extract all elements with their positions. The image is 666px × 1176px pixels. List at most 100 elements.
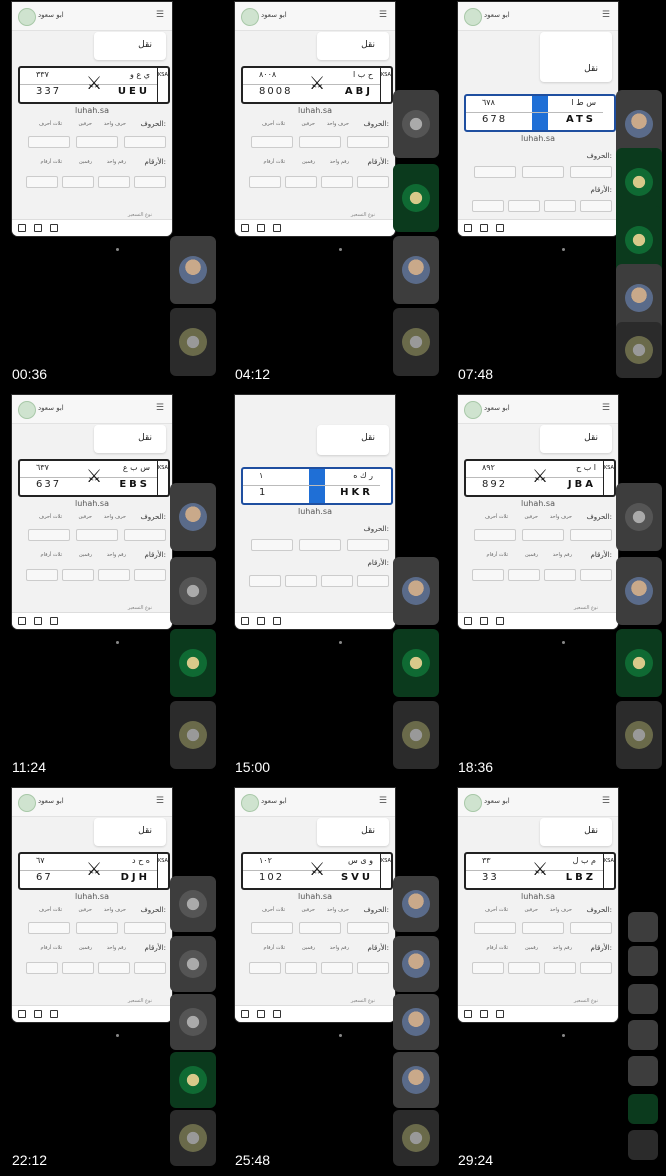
number-box[interactable] [62, 176, 94, 188]
card-icon[interactable] [257, 617, 265, 625]
number-box[interactable] [544, 200, 576, 212]
number-box[interactable] [62, 569, 94, 581]
numbers-option-1[interactable]: رقم واحد [330, 945, 349, 951]
vehicle-tile[interactable] [170, 557, 216, 625]
numbers-option-2[interactable]: رقمين [79, 159, 92, 165]
number-box[interactable] [321, 962, 353, 974]
avatar-tile[interactable] [170, 236, 216, 304]
letters-option-2[interactable]: حرفين [301, 121, 315, 127]
link-icon[interactable] [496, 224, 504, 232]
letter-box[interactable] [570, 529, 612, 541]
letter-box[interactable] [474, 529, 516, 541]
numbers-option-2[interactable]: رقمين [79, 552, 92, 558]
link-icon[interactable] [496, 617, 504, 625]
number-box[interactable] [357, 575, 389, 587]
letters-option-3[interactable]: ثلاث أحرف [485, 907, 508, 913]
numbers-option-2[interactable]: رقمين [79, 945, 92, 951]
vehicle-tile[interactable] [628, 946, 658, 976]
numbers-option-3[interactable]: ثلاث أرقام [264, 945, 285, 951]
number-box[interactable] [357, 176, 389, 188]
number-box[interactable] [580, 962, 612, 974]
user-name[interactable]: ابو سعود [38, 404, 64, 412]
number-box[interactable] [26, 569, 58, 581]
site-link[interactable]: luhah.sa [12, 892, 172, 901]
numbers-option-2[interactable]: رقمين [302, 159, 315, 165]
emblem-tile[interactable] [393, 164, 439, 232]
number-box[interactable] [580, 200, 612, 212]
user-name[interactable]: ابو سعود [484, 404, 510, 412]
letter-box[interactable] [251, 539, 293, 551]
naql-button[interactable]: نقل [317, 818, 389, 846]
number-box[interactable] [580, 569, 612, 581]
number-box[interactable] [249, 962, 281, 974]
card-icon[interactable] [480, 617, 488, 625]
location-icon[interactable] [464, 224, 472, 232]
letters-option-2[interactable]: حرفين [78, 907, 92, 913]
number-box[interactable] [98, 962, 130, 974]
letter-box[interactable] [570, 922, 612, 934]
letter-box[interactable] [251, 136, 293, 148]
letter-box[interactable] [28, 529, 70, 541]
avatar-tile[interactable] [628, 984, 658, 1014]
link-icon[interactable] [50, 1010, 58, 1018]
letters-option-3[interactable]: ثلاث أحرف [39, 907, 62, 913]
site-link[interactable]: luhah.sa [12, 499, 172, 508]
avatar-tile[interactable] [628, 1056, 658, 1086]
naql-button[interactable]: نقل [317, 32, 389, 60]
letters-option-2[interactable]: حرفين [524, 514, 538, 520]
letter-box[interactable] [522, 529, 564, 541]
letter-box[interactable] [124, 529, 166, 541]
letters-option-3[interactable]: ثلاث أحرف [485, 514, 508, 520]
letter-box[interactable] [76, 529, 118, 541]
number-box[interactable] [544, 569, 576, 581]
card-icon[interactable] [480, 224, 488, 232]
location-icon[interactable] [18, 224, 26, 232]
naql-button[interactable]: نقل [540, 425, 612, 453]
letters-option-1[interactable]: حرف واحد [327, 121, 349, 127]
number-box[interactable] [285, 962, 317, 974]
naql-button[interactable]: نقل [540, 32, 612, 82]
letter-box[interactable] [299, 922, 341, 934]
user-name[interactable]: ابو سعود [38, 11, 64, 19]
naql-button[interactable]: نقل [94, 818, 166, 846]
naql-button[interactable]: نقل [317, 425, 389, 455]
letter-box[interactable] [76, 922, 118, 934]
link-icon[interactable] [273, 617, 281, 625]
vehicle-tile[interactable] [170, 876, 216, 932]
location-icon[interactable] [241, 617, 249, 625]
site-link[interactable]: luhah.sa [458, 892, 618, 901]
plate-icon-tile[interactable] [393, 308, 439, 376]
link-icon[interactable] [50, 617, 58, 625]
number-box[interactable] [26, 962, 58, 974]
avatar-tile[interactable] [393, 236, 439, 304]
number-box[interactable] [357, 962, 389, 974]
plate-icon-tile[interactable] [170, 1110, 216, 1166]
number-box[interactable] [134, 962, 166, 974]
numbers-option-1[interactable]: رقم واحد [330, 159, 349, 165]
numbers-option-3[interactable]: ثلاث أرقام [487, 945, 508, 951]
number-box[interactable] [26, 176, 58, 188]
emblem-tile[interactable] [393, 629, 439, 697]
numbers-option-2[interactable]: رقمين [302, 945, 315, 951]
avatar-tile[interactable] [393, 936, 439, 992]
card-icon[interactable] [480, 1010, 488, 1018]
user-name[interactable]: ابو سعود [38, 797, 64, 805]
numbers-option-1[interactable]: رقم واحد [553, 945, 572, 951]
number-box[interactable] [508, 962, 540, 974]
avatar-tile[interactable] [393, 994, 439, 1050]
letter-box[interactable] [347, 539, 389, 551]
site-link[interactable]: luhah.sa [12, 106, 172, 115]
menu-icon[interactable]: ☰ [379, 10, 387, 20]
numbers-option-2[interactable]: رقمين [525, 552, 538, 558]
number-box[interactable] [249, 176, 281, 188]
card-icon[interactable] [34, 617, 42, 625]
numbers-option-3[interactable]: ثلاث أرقام [41, 945, 62, 951]
avatar-tile[interactable] [393, 557, 439, 625]
plate-icon-tile[interactable] [170, 308, 216, 376]
user-name[interactable]: ابو سعود [484, 11, 510, 19]
link-icon[interactable] [273, 224, 281, 232]
letters-option-3[interactable]: ثلاث أحرف [262, 907, 285, 913]
numbers-option-3[interactable]: ثلاث أرقام [41, 552, 62, 558]
site-link[interactable]: luhah.sa [235, 892, 395, 901]
number-box[interactable] [134, 176, 166, 188]
